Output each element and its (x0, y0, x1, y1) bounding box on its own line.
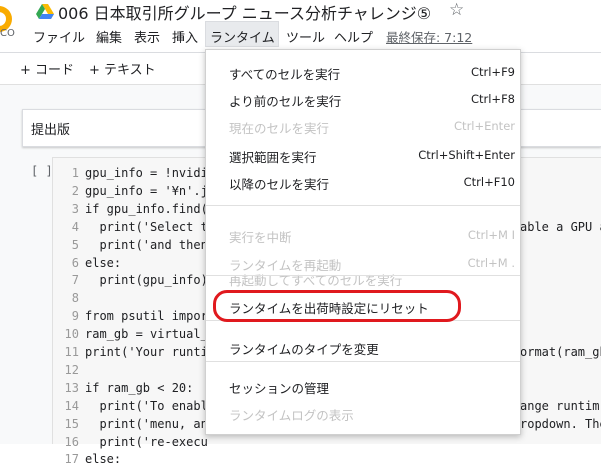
menu-item-label: セッションの管理 (229, 381, 330, 396)
menu-item-label: ランタイムログの表示 (229, 408, 354, 423)
code-text-fragment: ange runtim (520, 398, 600, 413)
runtime-menu-item: 再起動してすべてのセルを実行 (206, 264, 520, 292)
code-text: print('To enabl (85, 398, 208, 413)
line-number: 14 (64, 398, 79, 413)
google-drive-icon[interactable] (36, 4, 54, 20)
text-cell-heading: 提出版 (31, 123, 71, 138)
run-cell-button[interactable]: [ ] (31, 164, 53, 178)
menu-item-label: 現在のセルを実行 (229, 121, 330, 136)
runtime-menu-item[interactable]: 選択範囲を実行 Ctrl+Shift+Enter (206, 141, 520, 169)
colab-logo-text: CO (0, 28, 15, 39)
code-text: else: (85, 255, 122, 270)
menu-item-shortcut: Ctrl+Shift+Enter (418, 148, 515, 162)
code-text: from psutil impor (85, 309, 208, 324)
line-number: 6 (71, 255, 79, 270)
menu-view[interactable]: 表示 (134, 27, 160, 46)
line-number: 2 (71, 183, 79, 198)
star-icon[interactable]: ☆ (449, 0, 464, 20)
line-number: 15 (64, 416, 79, 431)
menu-separator (206, 205, 520, 206)
code-text: gpu_info = !nvidi (85, 166, 208, 180)
code-text: gpu_info = '¥n'.j (85, 183, 208, 198)
line-number: 1 (71, 166, 79, 180)
menu-item-label: 再起動してすべてのセルを実行 (229, 273, 403, 288)
annotation-highlight-circle (213, 290, 461, 322)
line-number: 10 (64, 327, 79, 342)
menu-item-shortcut: Ctrl+Enter (454, 119, 515, 133)
menu-tools[interactable]: ツール (286, 27, 325, 46)
code-text: print('re-execu (85, 434, 208, 449)
line-number: 11 (64, 345, 79, 359)
runtime-menu-item: ランタイムログの表示 (206, 399, 520, 427)
code-text: ram_gb = virtual_ (85, 327, 208, 342)
code-text: if gpu_info.find( (85, 201, 208, 216)
line-number: 3 (71, 201, 79, 216)
code-text: print('Select t (85, 219, 208, 234)
menu-insert[interactable]: 挿入 (172, 27, 198, 46)
runtime-menu-item[interactable]: すべてのセルを実行 Ctrl+F9 (206, 58, 520, 86)
line-number: 7 (71, 273, 79, 288)
menu-item-label: すべてのセルを実行 (229, 67, 341, 82)
code-text: print('and then (85, 237, 208, 252)
menu-item-shortcut: Ctrl+M I (467, 228, 515, 242)
runtime-menu-item[interactable]: より前のセルを実行 Ctrl+F8 (206, 85, 520, 113)
line-number: 13 (64, 380, 79, 395)
line-number: 5 (71, 237, 79, 252)
code-text: if ram_gb < 20: (85, 380, 194, 395)
code-text: print('Your runti (85, 345, 208, 359)
menu-item-shortcut: Ctrl+F9 (470, 65, 515, 79)
line-number: 16 (64, 434, 79, 449)
menu-item-shortcut: Ctrl+F8 (470, 92, 515, 106)
runtime-menu-item[interactable]: セッションの管理 (206, 372, 520, 400)
code-text-fragment: ropdown. The (520, 416, 601, 431)
runtime-menu-item[interactable]: 以降のセルを実行 Ctrl+F10 (206, 168, 520, 196)
line-number: 17 (64, 452, 79, 467)
menu-item-label: 以降のセルを実行 (229, 177, 330, 192)
menu-item-shortcut: Ctrl+F10 (463, 175, 515, 189)
line-number: 4 (71, 219, 79, 234)
line-number: 12 (64, 362, 79, 377)
menu-help[interactable]: ヘルプ (334, 27, 373, 46)
menu-edit[interactable]: 編集 (96, 27, 122, 46)
menu-runtime[interactable]: ランタイム (210, 27, 275, 46)
code-line: 17 else: (53, 452, 601, 470)
line-number: 9 (71, 309, 79, 324)
menu-separator (206, 361, 520, 362)
code-text-fragment: ormat(ram_gb (520, 345, 601, 359)
menu-file[interactable]: ファイル (33, 27, 85, 46)
menu-item-label: 実行を中断 (229, 230, 292, 245)
menu-separator (206, 275, 520, 276)
code-text: else: (85, 452, 122, 467)
runtime-menu-item[interactable]: ランタイムのタイプを変更 (206, 333, 520, 361)
code-text: print('menu, an (85, 416, 208, 431)
runtime-menu-item: 現在のセルを実行 Ctrl+Enter (206, 112, 520, 140)
line-number: 8 (71, 291, 79, 306)
menu-item-label: ランタイムのタイプを変更 (229, 342, 379, 357)
add-text-button[interactable]: + テキスト (89, 59, 156, 78)
code-text-fragment: able a GPU a (520, 219, 601, 234)
runtime-dropdown-menu: すべてのセルを実行 Ctrl+F9 より前のセルを実行 Ctrl+F8 現在のセルを実行… (205, 49, 521, 435)
code-text: print(gpu_info) (85, 273, 208, 288)
runtime-menu-item: 実行を中断 Ctrl+M I (206, 221, 520, 249)
menu-item-label: より前のセルを実行 (229, 94, 342, 109)
menu-item-label: 選択範囲を実行 (229, 150, 317, 165)
last-saved-link[interactable]: 最終保存: 7:12 (386, 27, 472, 46)
add-code-button[interactable]: + コード (20, 59, 74, 78)
